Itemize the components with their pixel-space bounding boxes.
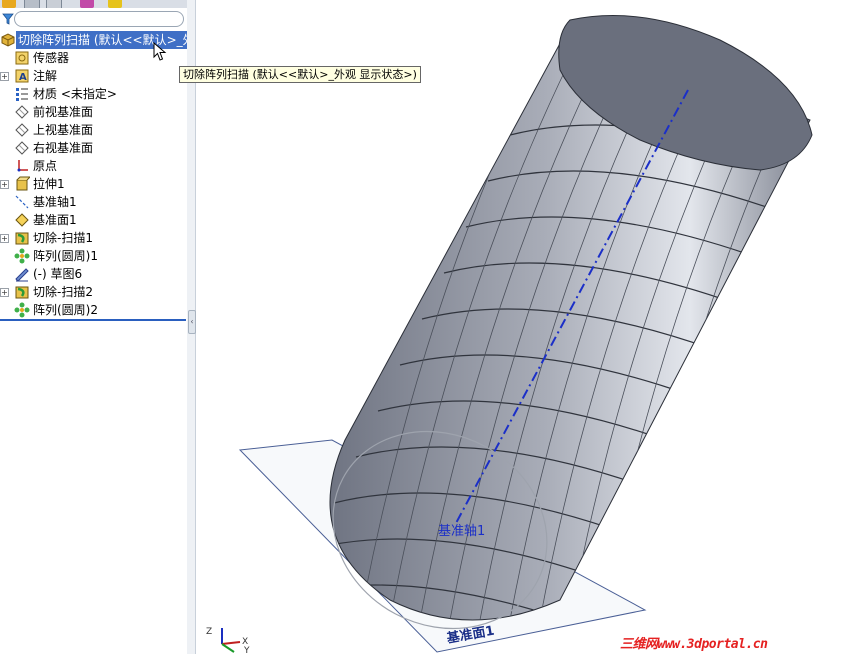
- rollback-bar[interactable]: [0, 319, 186, 321]
- filter-row: [0, 10, 186, 28]
- sketch-icon: [15, 268, 29, 282]
- annotation-icon: A: [15, 69, 29, 83]
- feature-manager-tab-icon[interactable]: [2, 0, 16, 8]
- extrude-icon: [16, 176, 30, 191]
- feature-manager-panel: 切除阵列扫描 (默认<<默认>_外 传感器 + A 注解 材质 <未指定> 前视基准面 上视…: [0, 0, 190, 654]
- tree-item-label: 切除-扫描2: [33, 285, 93, 299]
- tree-item-label: 上视基准面: [33, 123, 94, 137]
- filter-icon[interactable]: [2, 13, 14, 25]
- display-manager-tab-icon[interactable]: [108, 0, 122, 8]
- tree-item-label: 切除-扫描1: [33, 231, 93, 245]
- tree-item[interactable]: 基准轴1: [0, 193, 187, 211]
- tree-item[interactable]: + 切除-扫描1: [0, 229, 187, 247]
- tooltip: 切除阵列扫描 (默认<<默认>_外观 显示状态>): [179, 66, 421, 83]
- tree-item[interactable]: 原点: [0, 157, 187, 175]
- view-triad-icon: Z X Y: [206, 627, 250, 654]
- collapse-panel-icon[interactable]: ‹: [188, 310, 196, 334]
- material-icon: [16, 88, 28, 101]
- model-view: [238, 15, 841, 655]
- tree-item[interactable]: + A 注解: [0, 67, 187, 85]
- tree-item[interactable]: 材质 <未指定>: [0, 85, 187, 103]
- tree-item[interactable]: 上视基准面: [0, 121, 187, 139]
- datum-axis-label[interactable]: 基准轴1: [438, 520, 485, 539]
- tree-item[interactable]: 基准面1: [0, 211, 187, 229]
- feature-tree: 切除阵列扫描 (默认<<默认>_外 传感器 + A 注解 材质 <未指定> 前视基准面 上视…: [0, 31, 190, 319]
- cut-sweep-icon: [15, 286, 29, 299]
- graphics-viewport[interactable]: Z X Y: [196, 0, 841, 654]
- plane-icon: [15, 123, 29, 137]
- circular-pattern-icon: [14, 302, 30, 318]
- property-manager-tab-icon[interactable]: [24, 0, 40, 8]
- expand-toggle-icon[interactable]: +: [0, 234, 9, 243]
- helical-edge: [809, 39, 810, 620]
- tree-item[interactable]: (-) 草图6: [0, 265, 187, 283]
- svg-text:Z: Z: [206, 627, 212, 637]
- tree-item-label: 基准面1: [33, 213, 77, 227]
- filter-input[interactable]: [14, 11, 184, 27]
- mouse-cursor-icon: [153, 42, 167, 61]
- svg-text:Y: Y: [243, 646, 250, 654]
- expand-toggle-icon[interactable]: +: [0, 288, 9, 297]
- cut-sweep-part[interactable]: [290, 15, 841, 655]
- tree-item[interactable]: + 拉伸1: [0, 175, 187, 193]
- expand-toggle-icon[interactable]: +: [0, 72, 9, 81]
- tree-item-label: 注解: [33, 69, 58, 83]
- svg-text:A: A: [19, 72, 27, 83]
- axis-icon: [15, 195, 29, 209]
- tree-item[interactable]: 前视基准面: [0, 103, 187, 121]
- tree-item[interactable]: + 切除-扫描2: [0, 283, 187, 301]
- dimxpert-tab-icon[interactable]: [80, 0, 94, 8]
- configuration-manager-tab-icon[interactable]: [46, 0, 62, 8]
- tree-item-label: 原点: [33, 159, 58, 173]
- plane-icon: [15, 105, 29, 119]
- panel-tab-strip: [0, 0, 187, 8]
- tree-item[interactable]: 阵列(圆周)2: [0, 301, 187, 319]
- plane-yellow-icon: [15, 213, 29, 227]
- part-icon: [1, 33, 15, 47]
- panel-splitter[interactable]: ‹: [187, 0, 196, 654]
- tree-item-label: 前视基准面: [33, 105, 94, 119]
- circular-pattern-icon: [14, 248, 30, 264]
- tree-item-label: 基准轴1: [33, 195, 77, 209]
- tree-items: 传感器 + A 注解材质 <未指定> 前视基准面上视基准面右视基准面原点 + 拉伸1 基准轴1…: [0, 49, 187, 319]
- watermark: 三维网www.3dportal.cn: [620, 637, 768, 652]
- tree-item-label: 拉伸1: [33, 177, 65, 191]
- origin-icon: [17, 160, 28, 172]
- tree-item-label: (-) 草图6: [33, 267, 83, 281]
- tree-item-label: 阵列(圆周)1: [33, 249, 98, 263]
- tree-item[interactable]: 阵列(圆周)1: [0, 247, 187, 265]
- tree-item[interactable]: 右视基准面: [0, 139, 187, 157]
- sensor-icon: [15, 51, 29, 65]
- cut-sweep-icon: [15, 232, 29, 245]
- tree-item-label: 右视基准面: [33, 141, 94, 155]
- tree-item-label: 材质 <未指定>: [33, 87, 117, 101]
- tree-item-label: 传感器: [33, 51, 70, 65]
- tree-item-label: 阵列(圆周)2: [33, 303, 98, 317]
- plane-icon: [15, 141, 29, 155]
- expand-toggle-icon[interactable]: +: [0, 180, 9, 189]
